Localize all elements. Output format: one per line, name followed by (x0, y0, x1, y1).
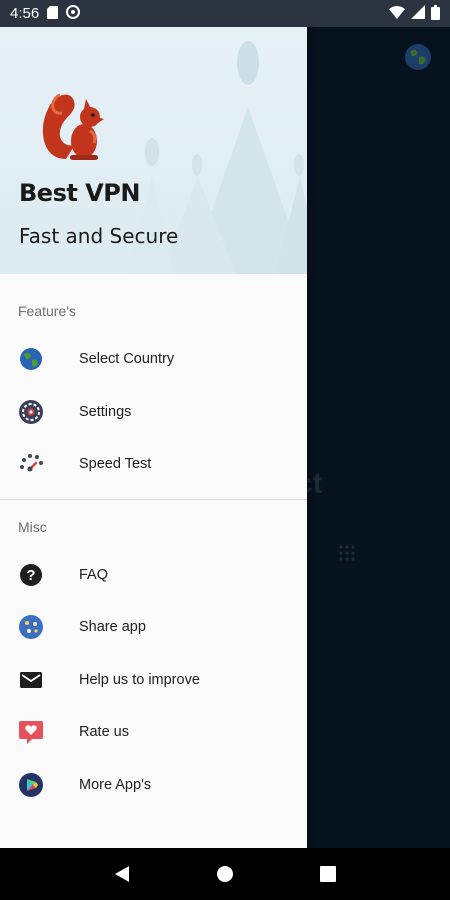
signal-icon (411, 5, 425, 22)
menu-item-label: Select Country (79, 351, 175, 368)
menu-item-select-country[interactable]: Select Country (0, 333, 307, 386)
app-subtitle: Fast and Secure (19, 224, 179, 248)
squirrel-logo (40, 85, 106, 166)
heart-icon (18, 719, 44, 745)
svg-text:?: ? (26, 567, 35, 584)
home-icon (216, 866, 233, 882)
mail-icon (18, 667, 44, 693)
menu-item-faq[interactable]: ? FAQ (0, 549, 307, 602)
question-icon: ? (18, 562, 44, 588)
misc-menu: ? FAQ Share app Help us to improve Rate … (0, 549, 307, 812)
back-icon (114, 866, 129, 882)
menu-item-label: Share app (79, 619, 146, 636)
drawer-header: Best VPN Fast and Secure (0, 27, 307, 274)
menu-item-label: FAQ (79, 566, 109, 583)
section-divider (0, 498, 307, 500)
menu-item-more-apps[interactable]: More App's (0, 759, 307, 812)
recents-button[interactable] (308, 854, 348, 894)
menu-item-label: Rate us (79, 724, 129, 741)
home-button[interactable] (205, 854, 245, 894)
status-time: 4:56 (10, 5, 40, 22)
app-title: Best VPN (19, 179, 140, 207)
menu-item-label: Help us to improve (79, 671, 200, 688)
section-label-misc: Misc (18, 518, 47, 535)
share-icon (18, 614, 44, 640)
recents-icon (320, 866, 337, 882)
globe-icon[interactable] (404, 43, 432, 76)
menu-item-settings[interactable]: Settings (0, 386, 307, 439)
play-icon (18, 772, 44, 798)
navigation-drawer: Best VPN Fast and Secure Feature's Selec… (0, 27, 307, 848)
grid-icon (338, 544, 356, 567)
battery-icon (431, 4, 440, 23)
menu-item-label: Speed Test (79, 456, 152, 473)
menu-item-help-improve[interactable]: Help us to improve (0, 654, 307, 707)
sd-card-icon (47, 5, 59, 22)
menu-item-label: More App's (79, 776, 152, 793)
menu-item-rate-us[interactable]: Rate us (0, 706, 307, 759)
speedometer-icon (18, 451, 44, 477)
status-bar: 4:56 (0, 0, 450, 27)
section-label-features: Feature's (18, 303, 76, 319)
menu-item-label: Settings (79, 403, 132, 420)
back-button[interactable] (102, 854, 142, 894)
system-nav-bar (0, 848, 450, 900)
menu-item-share-app[interactable]: Share app (0, 601, 307, 654)
globe-icon (18, 346, 44, 372)
features-menu: Select Country Settings Speed Test (0, 333, 307, 491)
settings-icon (18, 399, 44, 425)
vpn-key-icon (66, 5, 81, 22)
wifi-icon (389, 5, 405, 22)
menu-item-speed-test[interactable]: Speed Test (0, 438, 307, 491)
